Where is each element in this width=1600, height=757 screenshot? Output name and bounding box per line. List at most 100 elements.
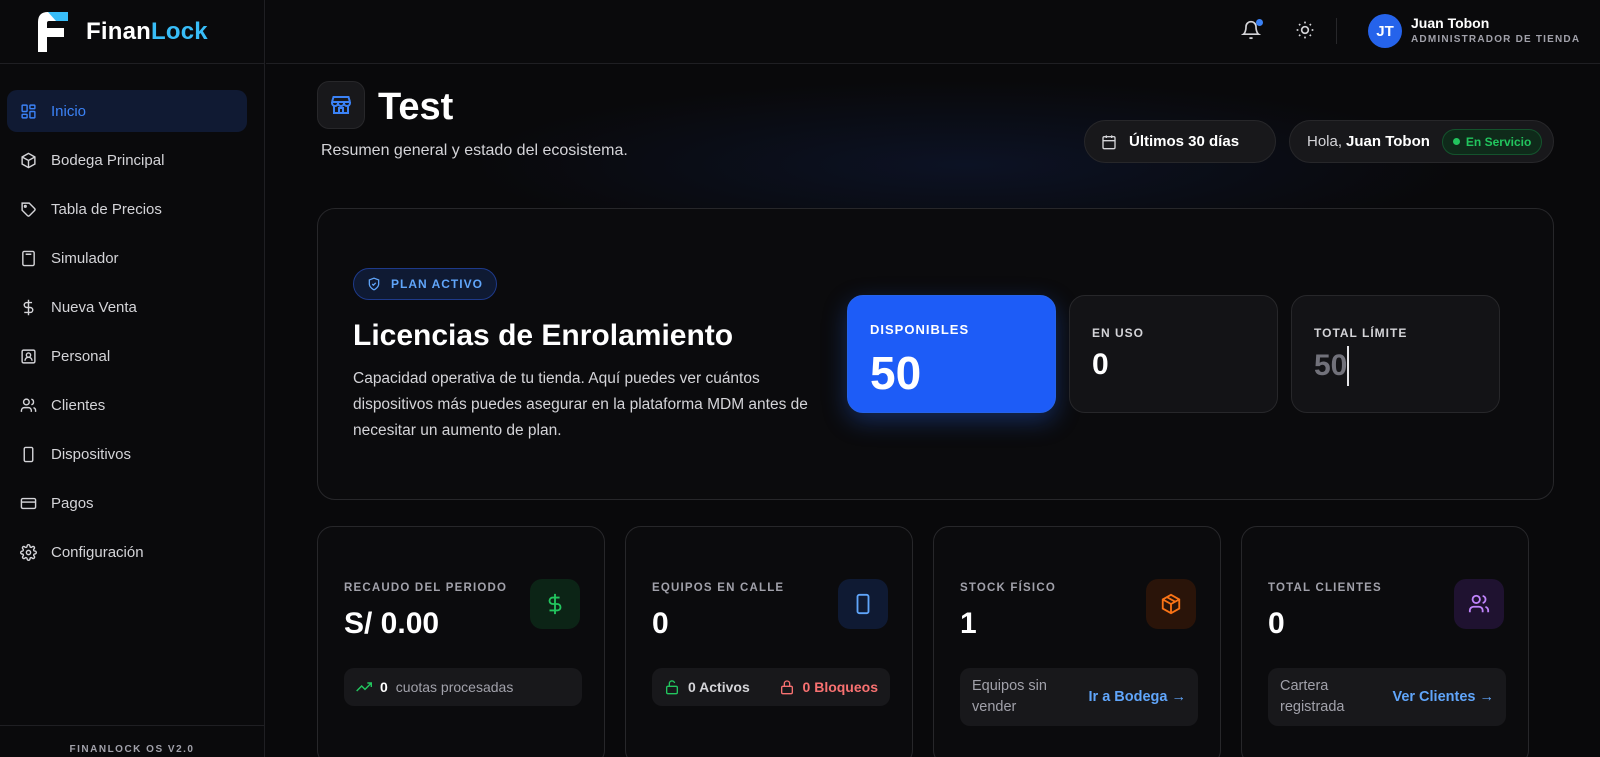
metric-label: TOTAL CLIENTES bbox=[1268, 582, 1382, 594]
topbar: JT Juan Tobon ADMINISTRADOR DE TIENDA bbox=[266, 0, 1600, 64]
brand-name: FinanLock bbox=[86, 17, 208, 45]
sidebar-item-inicio[interactable]: Inicio bbox=[7, 90, 247, 132]
greeting-pill: Hola, Juan Tobon En Servicio bbox=[1289, 120, 1554, 163]
calendar-icon bbox=[1102, 134, 1116, 149]
stock-footer-text: Equipos sin vender bbox=[972, 678, 1047, 715]
main-content: Test Resumen general y estado del ecosis… bbox=[266, 65, 1600, 757]
metric-footer: 0 Activos 0 Bloqueos bbox=[652, 668, 890, 706]
stat-value: 0 bbox=[1092, 348, 1109, 381]
sun-icon bbox=[1296, 21, 1314, 39]
metric-label: RECAUDO DEL PERIODO bbox=[344, 582, 508, 594]
dollar-icon bbox=[530, 579, 580, 629]
unlock-icon bbox=[666, 680, 678, 695]
greeting-text: Hola, bbox=[1307, 133, 1343, 150]
metric-label: STOCK FÍSICO bbox=[960, 582, 1056, 594]
notification-dot bbox=[1256, 19, 1263, 26]
sidebar-item-bodega[interactable]: Bodega Principal bbox=[7, 139, 247, 181]
sidebar-item-label: Bodega Principal bbox=[51, 151, 165, 169]
metric-value: S/ 0.00 bbox=[344, 607, 440, 640]
stat-total-limit: TOTAL LÍMITE 50 bbox=[1291, 295, 1500, 413]
gear-icon bbox=[20, 543, 37, 561]
avatar[interactable]: JT bbox=[1368, 14, 1402, 48]
sidebar-item-label: Configuración bbox=[51, 543, 144, 561]
clients-footer-text: Cartera registrada bbox=[1280, 678, 1345, 715]
user-name: Juan Tobon bbox=[1411, 15, 1490, 31]
package-icon bbox=[1146, 579, 1196, 629]
metric-label: EQUIPOS EN CALLE bbox=[652, 582, 785, 594]
grid-icon bbox=[21, 103, 36, 119]
greeting-name: Juan Tobon bbox=[1346, 133, 1430, 150]
processed-count: 0 bbox=[380, 679, 388, 695]
stat-in-use: EN USO 0 bbox=[1069, 295, 1278, 413]
sidebar-item-personal[interactable]: Personal bbox=[7, 335, 247, 377]
smartphone-icon bbox=[838, 579, 888, 629]
page-subtitle: Resumen general y estado del ecosistema. bbox=[321, 142, 628, 159]
app-version: FINANLOCK OS V2.0 bbox=[0, 725, 264, 757]
store-icon bbox=[317, 81, 365, 129]
metric-card-clientes: TOTAL CLIENTES 0 Cartera registrada Ver … bbox=[1241, 526, 1529, 757]
shield-check-icon bbox=[368, 277, 380, 291]
metric-footer: 0 cuotas procesadas bbox=[344, 668, 582, 706]
trending-up-icon bbox=[356, 682, 372, 692]
app-root: FinanLock Inicio Bodega Principal Tabla … bbox=[0, 0, 1600, 757]
calculator-icon bbox=[22, 250, 35, 266]
sidebar-item-clientes[interactable]: Clientes bbox=[7, 384, 247, 426]
date-range-button[interactable]: Últimos 30 días bbox=[1084, 120, 1276, 163]
stat-label: EN USO bbox=[1092, 326, 1145, 340]
metric-value: 0 bbox=[652, 607, 669, 640]
sidebar-item-pagos[interactable]: Pagos bbox=[7, 482, 247, 524]
blocked-devices: 0 Bloqueos bbox=[779, 679, 878, 695]
active-devices: 0 Activos bbox=[664, 679, 750, 695]
metric-card-equipos: EQUIPOS EN CALLE 0 0 Activos 0 Bloqueos bbox=[625, 526, 913, 757]
sidebar-item-label: Simulador bbox=[51, 249, 119, 267]
page-title: Test bbox=[378, 86, 454, 128]
processed-label: cuotas procesadas bbox=[395, 679, 514, 695]
view-clients-link[interactable]: Ver Clientes → bbox=[1392, 689, 1494, 705]
license-description: Capacidad operativa de tu tienda. Aquí p… bbox=[353, 370, 808, 439]
sidebar-item-label: Dispositivos bbox=[51, 445, 132, 463]
sidebar-item-simulador[interactable]: Simulador bbox=[7, 237, 247, 279]
sidebar-item-precios[interactable]: Tabla de Precios bbox=[7, 188, 247, 230]
sidebar-item-nueva-venta[interactable]: Nueva Venta bbox=[7, 286, 247, 328]
metric-footer: Equipos sin vender Ir a Bodega → bbox=[960, 668, 1198, 726]
notifications-button[interactable] bbox=[1240, 19, 1263, 42]
status-dot bbox=[1452, 138, 1460, 145]
topbar-divider bbox=[1336, 18, 1337, 44]
sidebar-item-label: Inicio bbox=[51, 102, 87, 120]
theme-toggle-button[interactable] bbox=[1295, 20, 1317, 42]
license-card: PLAN ACTIVO Licencias de Enrolamiento Ca… bbox=[317, 208, 1554, 500]
date-range-label: Últimos 30 días bbox=[1129, 133, 1240, 150]
smartphone-icon bbox=[23, 446, 34, 462]
metric-card-recaudo: RECAUDO DEL PERIODO S/ 0.00 0 cuotas pro… bbox=[317, 526, 605, 757]
brand[interactable]: FinanLock bbox=[0, 0, 264, 64]
stat-value: 50 bbox=[870, 347, 922, 399]
metric-value: 0 bbox=[1268, 607, 1285, 640]
stat-label: TOTAL LÍMITE bbox=[1314, 326, 1408, 340]
finanlock-logo-icon bbox=[34, 8, 72, 56]
status-badge: En Servicio bbox=[1441, 128, 1543, 155]
sidebar-item-label: Nueva Venta bbox=[51, 298, 137, 316]
status-label: En Servicio bbox=[1465, 134, 1532, 149]
dollar-icon bbox=[23, 299, 34, 315]
stat-label: DISPONIBLES bbox=[870, 322, 970, 337]
sidebar-item-configuracion[interactable]: Configuración bbox=[7, 531, 247, 573]
stat-value: 50 bbox=[1314, 346, 1350, 386]
license-title: Licencias de Enrolamiento bbox=[353, 319, 734, 352]
sidebar-item-dispositivos[interactable]: Dispositivos bbox=[7, 433, 247, 475]
sidebar-item-label: Pagos bbox=[51, 494, 94, 512]
tag-icon bbox=[21, 201, 36, 217]
sidebar-item-label: Clientes bbox=[51, 396, 106, 414]
metric-footer: Cartera registrada Ver Clientes → bbox=[1268, 668, 1506, 726]
metric-card-stock: STOCK FÍSICO 1 Equipos sin vender Ir a B… bbox=[933, 526, 1221, 757]
sidebar-nav: Inicio Bodega Principal Tabla de Precios… bbox=[0, 64, 264, 573]
sidebar-item-label: Personal bbox=[51, 347, 111, 365]
credit-card-icon bbox=[20, 497, 37, 509]
users-icon bbox=[1454, 579, 1504, 629]
stat-available: DISPONIBLES 50 bbox=[847, 295, 1056, 413]
go-to-bodega-link[interactable]: Ir a Bodega → bbox=[1089, 689, 1187, 705]
users-icon bbox=[20, 397, 37, 412]
user-role: ADMINISTRADOR DE TIENDA bbox=[1411, 34, 1581, 45]
package-icon bbox=[21, 152, 36, 168]
plan-badge: PLAN ACTIVO bbox=[353, 268, 497, 300]
plan-badge-label: PLAN ACTIVO bbox=[391, 277, 483, 291]
